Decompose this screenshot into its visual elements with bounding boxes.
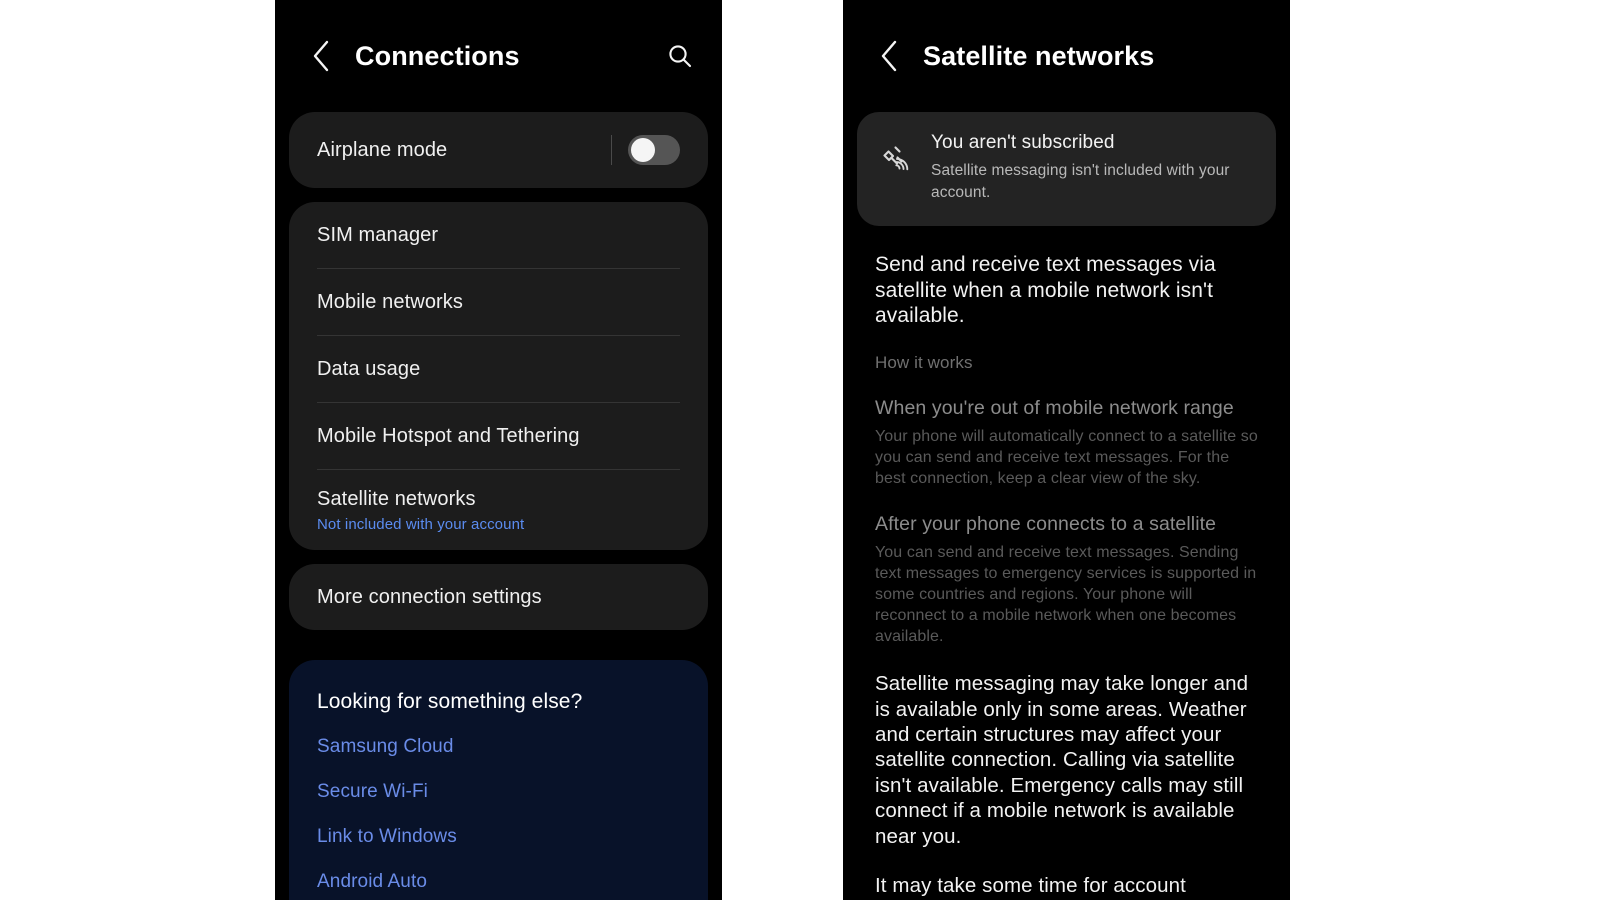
item-label: Data usage bbox=[317, 357, 421, 380]
toggle-divider bbox=[611, 135, 612, 165]
back-chevron-icon[interactable] bbox=[301, 36, 341, 76]
search-icon[interactable] bbox=[660, 36, 700, 76]
satellite-networks-screen: Satellite networks You aren't subscribed… bbox=[843, 0, 1290, 900]
page-title: Connections bbox=[355, 40, 520, 71]
connections-screen: Connections Airplane mode SIM manager Mo… bbox=[275, 0, 722, 900]
airplane-mode-row[interactable]: Airplane mode bbox=[289, 112, 708, 188]
network-list-card: SIM manager Mobile networks Data usage M… bbox=[289, 202, 708, 550]
row-text: Data usage bbox=[317, 358, 420, 381]
airplane-toggle-wrap bbox=[611, 135, 680, 165]
more-connection-settings-card: More connection settings bbox=[289, 564, 708, 630]
item-sublabel: Not included with your account bbox=[317, 515, 525, 533]
row-text: Mobile Hotspot and Tethering bbox=[317, 425, 580, 448]
section-heading-after-connect: After your phone connects to a satellite bbox=[875, 512, 1217, 535]
paragraph-account-changes: It may take some time for account change… bbox=[875, 874, 1240, 900]
suggestion-link-samsung-cloud[interactable]: Samsung Cloud bbox=[317, 736, 680, 758]
notice-title: You aren't subscribed bbox=[931, 132, 1115, 153]
lead-paragraph: Send and receive text messages via satel… bbox=[875, 253, 1216, 328]
item-label: More connection settings bbox=[317, 585, 542, 608]
airplane-mode-toggle[interactable] bbox=[628, 135, 680, 165]
row-text: SIM manager bbox=[317, 224, 438, 247]
notice-body: Satellite messaging isn't included with … bbox=[931, 162, 1230, 201]
satellite-icon bbox=[875, 142, 915, 182]
suggestions-panel: Looking for something else? Samsung Clou… bbox=[289, 660, 708, 900]
page-title: Satellite networks bbox=[923, 40, 1155, 71]
satellite-app-bar: Satellite networks bbox=[843, 0, 1290, 112]
sidebar-item-satellite-networks[interactable]: Satellite networks Not included with you… bbox=[289, 470, 708, 550]
back-chevron-icon[interactable] bbox=[869, 36, 909, 76]
suggestions-title: Looking for something else? bbox=[317, 690, 583, 713]
sidebar-item-sim-manager[interactable]: SIM manager bbox=[289, 202, 708, 268]
section-heading-out-of-range: When you're out of mobile network range bbox=[875, 396, 1234, 419]
row-text: Satellite networks Not included with you… bbox=[317, 488, 524, 533]
screenshot-stage: Connections Airplane mode SIM manager Mo… bbox=[0, 0, 1600, 900]
row-text: Mobile networks bbox=[317, 291, 463, 314]
item-label: Satellite networks bbox=[317, 487, 476, 510]
how-it-works-label: How it works bbox=[875, 352, 973, 372]
suggestion-link-android-auto[interactable]: Android Auto bbox=[317, 871, 680, 893]
section-body-out-of-range: Your phone will automatically connect to… bbox=[875, 427, 1258, 487]
airplane-mode-card: Airplane mode bbox=[289, 112, 708, 188]
satellite-content: Send and receive text messages via satel… bbox=[843, 226, 1290, 900]
connections-app-bar: Connections bbox=[275, 0, 722, 112]
sidebar-item-mobile-networks[interactable]: Mobile networks bbox=[289, 269, 708, 335]
sidebar-item-mobile-hotspot-and-tethering[interactable]: Mobile Hotspot and Tethering bbox=[289, 403, 708, 469]
item-label: Mobile Hotspot and Tethering bbox=[317, 424, 580, 447]
sidebar-item-data-usage[interactable]: Data usage bbox=[289, 336, 708, 402]
toggle-knob bbox=[631, 138, 655, 162]
airplane-mode-label: Airplane mode bbox=[317, 138, 448, 161]
item-label: SIM manager bbox=[317, 223, 439, 246]
suggestion-link-secure-wifi[interactable]: Secure Wi-Fi bbox=[317, 781, 680, 803]
subscription-notice-card: You aren't subscribed Satellite messagin… bbox=[857, 112, 1276, 226]
suggestion-link-link-to-windows[interactable]: Link to Windows bbox=[317, 826, 680, 848]
section-body-after-connect: You can send and receive text messages. … bbox=[875, 543, 1257, 646]
paragraph-limitations: Satellite messaging may take longer and … bbox=[875, 672, 1249, 848]
sidebar-item-more-connection-settings[interactable]: More connection settings bbox=[289, 564, 708, 630]
notice-text: You aren't subscribed Satellite messagin… bbox=[931, 132, 1252, 204]
item-label: Mobile networks bbox=[317, 290, 464, 313]
